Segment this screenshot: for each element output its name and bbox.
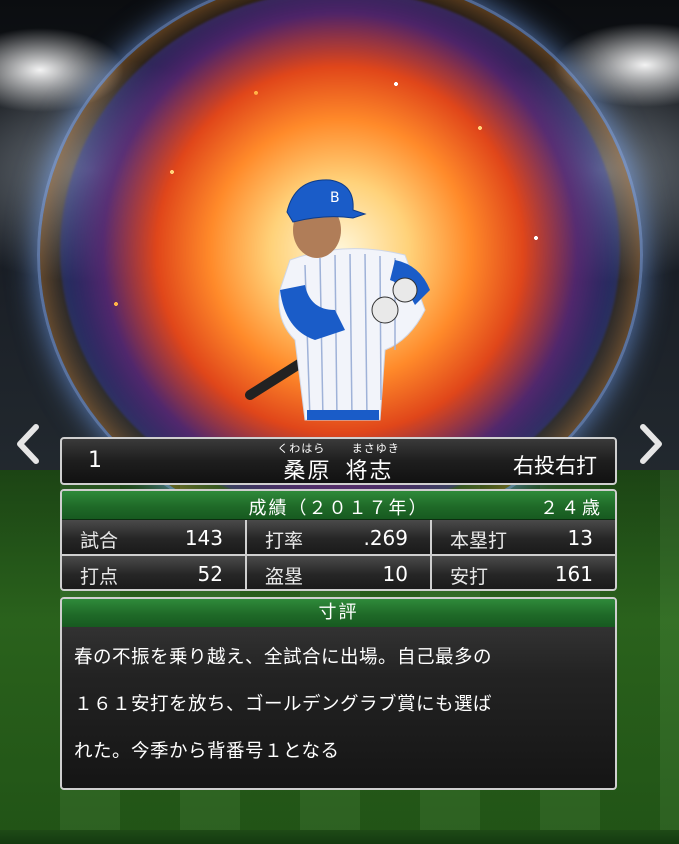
stat-value: 161 xyxy=(554,562,593,586)
previous-player-arrow[interactable] xyxy=(8,420,48,468)
stat-value: 52 xyxy=(197,562,223,586)
comment-text: 春の不振を乗り越え、全試合に出場。自己最多の １６１安打を放ち、ゴールデングラブ… xyxy=(62,627,615,775)
stat-label: 試合 xyxy=(80,530,119,552)
stat-value: 143 xyxy=(184,526,223,550)
family-name: 桑原 xyxy=(283,459,332,484)
stat-games: 試合 143 xyxy=(62,520,245,554)
chevron-right-icon xyxy=(640,424,662,464)
chevron-left-icon xyxy=(17,424,39,464)
comment-line: 春の不振を乗り越え、全試合に出場。自己最多の xyxy=(74,647,493,668)
stats-grid: 試合 143 打率 .269 本塁打 13 打点 52 盗塁 10 安打 161 xyxy=(62,520,615,589)
stats-header: 成績（２０１７年） ２４歳 xyxy=(62,491,615,520)
stat-batting-average: 打率 .269 xyxy=(247,520,430,554)
stat-label: 打率 xyxy=(265,530,304,552)
comment-panel: 寸評 春の不振を乗り越え、全試合に出場。自己最多の １６１安打を放ち、ゴールデン… xyxy=(60,597,617,790)
comment-title: 寸評 xyxy=(62,599,615,627)
batter-silhouette: B xyxy=(245,179,430,421)
stat-home-runs: 本塁打 13 xyxy=(432,520,615,554)
svg-text:B: B xyxy=(330,190,340,206)
stats-panel: 成績（２０１７年） ２４歳 試合 143 打率 .269 本塁打 13 打点 5… xyxy=(60,489,617,591)
stats-title: 成績（２０１７年） xyxy=(248,498,429,519)
stat-stolen-bases: 盗塁 10 xyxy=(247,556,430,589)
player-name-panel: 1 くわはら まさゆき 桑原 将志 右投右打 xyxy=(60,437,617,485)
stat-value: .269 xyxy=(363,526,408,550)
comment-line: １６１安打を放ち、ゴールデングラブ賞にも選ば xyxy=(74,694,493,715)
stat-label: 安打 xyxy=(450,566,489,588)
stat-value: 10 xyxy=(382,562,408,586)
stat-label: 盗塁 xyxy=(265,566,304,588)
stat-label: 本塁打 xyxy=(450,530,508,552)
stat-value: 13 xyxy=(567,526,593,550)
stat-rbi: 打点 52 xyxy=(62,556,245,589)
given-name: 将志 xyxy=(345,459,394,484)
stat-label: 打点 xyxy=(80,566,119,588)
next-player-arrow[interactable] xyxy=(631,420,671,468)
throw-bat-type: 右投右打 xyxy=(513,454,597,478)
field-bottom-strip xyxy=(0,830,679,844)
player-age: ２４歳 xyxy=(540,498,603,519)
comment-line: れた。今季から背番号１となる xyxy=(74,741,340,762)
player-image: B xyxy=(235,170,455,470)
stat-hits: 安打 161 xyxy=(432,556,615,589)
